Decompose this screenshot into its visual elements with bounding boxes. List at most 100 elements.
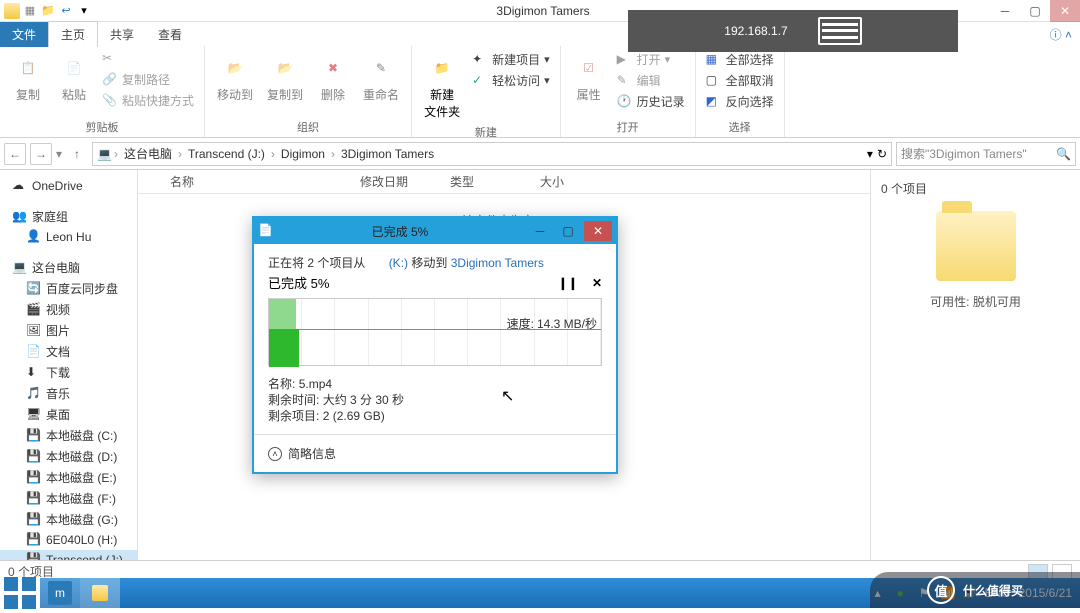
speed-chart: 速度: 14.3 MB/秒 [268,298,602,366]
sidebar-disk-g[interactable]: 💾本地磁盘 (G:) [0,509,137,530]
cancel-button[interactable]: ✕ [592,276,602,290]
disk-icon: 💾 [26,449,42,465]
taskbar-browser[interactable]: m [40,578,80,608]
select-none-button[interactable]: ▢全部取消 [704,71,776,90]
sidebar-videos[interactable]: 🎬视频 [0,299,137,320]
delete-button[interactable]: ✖删除 [313,50,353,105]
paste-button[interactable]: 📄粘贴 [54,50,94,105]
invert-selection-button[interactable]: ◩反向选择 [704,92,776,111]
search-input[interactable]: 搜索"3Digimon Tamers"🔍 [896,142,1076,166]
dialog-progress-text: 已完成 5% [268,273,329,292]
availability-label: 可用性: 脱机可用 [881,293,1070,310]
preview-pane: 0 个项目 可用性: 脱机可用 [870,170,1080,560]
disk-icon: 💾 [26,470,42,486]
forward-button[interactable]: → [30,143,52,165]
sidebar-thispc[interactable]: 💻这台电脑 [0,257,137,278]
sidebar-downloads[interactable]: ⬇下载 [0,362,137,383]
sidebar-user[interactable]: 👤Leon Hu [0,227,137,247]
copy-button[interactable]: 📋复制 [8,50,48,105]
paste-shortcut-button[interactable]: 📎粘贴快捷方式 [100,91,196,110]
new-item-button[interactable]: ✦新建项目 ▾ [470,50,552,69]
refresh-button[interactable]: ↻ [877,147,887,161]
disk-icon: 💾 [26,532,42,548]
dialog-icon: 📄 [258,223,274,239]
close-button[interactable]: ✕ [1050,0,1080,22]
back-button[interactable]: ← [4,143,26,165]
watermark: 值 什么值得买 [870,572,1080,608]
recent-dropdown[interactable]: ▾ [56,147,62,161]
col-type[interactable]: 类型 [442,173,532,190]
sidebar-disk-e[interactable]: 💾本地磁盘 (E:) [0,467,137,488]
keyboard-icon[interactable] [818,17,862,45]
sidebar-desktop[interactable]: 🖥桌面 [0,404,137,425]
sync-icon: 🔄 [26,281,42,297]
group-clipboard-label: 剪贴板 [8,117,196,135]
new-folder-button[interactable]: 📁新建 文件夹 [420,50,464,122]
breadcrumb-item[interactable]: Transcend (J:) [184,147,269,161]
column-headers: 名称 修改日期 类型 大小 [138,170,870,194]
user-icon: 👤 [26,229,42,245]
bc-dropdown[interactable]: ▾ [867,147,873,161]
sidebar-documents[interactable]: 📄文档 [0,341,137,362]
group-select-label: 选择 [704,117,776,135]
edit-button[interactable]: ✎编辑 [615,71,687,90]
copy-path-button[interactable]: 🔗复制路径 [100,70,196,89]
open-button[interactable]: ▶打开 ▾ [615,50,687,69]
qat-newfolder-icon[interactable]: 📁 [40,3,56,19]
sidebar-pictures[interactable]: 🖼图片 [0,320,137,341]
dialog-maximize[interactable]: ▢ [554,221,582,241]
dialog-close[interactable]: ✕ [584,221,612,241]
properties-button[interactable]: ☑属性 [569,50,609,105]
sidebar-baidu[interactable]: 🔄百度云同步盘 [0,278,137,299]
breadcrumb-item[interactable]: Digimon [277,147,329,161]
tab-home[interactable]: 主页 [48,21,98,47]
dialog-details: 名称: 5.mp4 剩余时间: 大约 3 分 30 秒 剩余项目: 2 (2.6… [268,376,602,424]
dialog-moving-text: 正在将 2 个项目从 (K:) 移动到 3Digimon Tamers [268,254,602,271]
dialog-minimize[interactable]: ─ [526,221,554,241]
sidebar[interactable]: ☁OneDrive 👥家庭组 👤Leon Hu 💻这台电脑 🔄百度云同步盘 🎬视… [0,170,138,560]
tab-share[interactable]: 共享 [98,22,146,47]
sidebar-disk-c[interactable]: 💾本地磁盘 (C:) [0,425,137,446]
desktop-icon: 🖥 [26,407,42,423]
sidebar-disk-d[interactable]: 💾本地磁盘 (D:) [0,446,137,467]
history-button[interactable]: 🕐历史记录 [615,92,687,111]
pause-button[interactable]: ❙❙ [558,276,578,290]
qat-dropdown-icon[interactable]: ▾ [76,3,92,19]
taskbar-explorer[interactable] [80,578,120,608]
qat-undo-icon[interactable]: ↩ [58,3,74,19]
sidebar-disk-h[interactable]: 💾6E040L0 (H:) [0,530,137,550]
easy-access-button[interactable]: ✓轻松访问 ▾ [470,71,552,90]
disk-icon: 💾 [26,552,42,560]
qat-properties-icon[interactable]: ▦ [22,3,38,19]
tab-file[interactable]: 文件 [0,22,48,47]
col-date[interactable]: 修改日期 [352,173,442,190]
video-icon: 🎬 [26,302,42,318]
col-size[interactable]: 大小 [532,173,592,190]
up-button[interactable]: ↑ [66,143,88,165]
move-to-button[interactable]: 📂移动到 [213,50,257,105]
ribbon-help-icon[interactable]: ⓘ ˄ [1042,26,1080,43]
col-name[interactable]: 名称 [162,173,352,190]
sidebar-onedrive[interactable]: ☁OneDrive [0,176,137,196]
breadcrumb-item[interactable]: 3Digimon Tamers [337,147,438,161]
start-button[interactable] [0,578,40,608]
sidebar-music[interactable]: 🎵音乐 [0,383,137,404]
minimize-button[interactable]: ─ [990,0,1020,22]
breadcrumb[interactable]: 💻› 这台电脑› Transcend (J:)› Digimon› 3Digim… [92,142,892,166]
sidebar-homegroup[interactable]: 👥家庭组 [0,206,137,227]
rename-button[interactable]: ✎重命名 [359,50,403,105]
sidebar-disk-f[interactable]: 💾本地磁盘 (F:) [0,488,137,509]
dialog-details-toggle[interactable]: ˄ 简略信息 [254,434,616,472]
disk-icon: 💾 [26,428,42,444]
dialog-titlebar[interactable]: 📄 已完成 5% ─ ▢ ✕ [254,218,616,244]
tab-view[interactable]: 查看 [146,22,194,47]
sidebar-disk-j[interactable]: 💾Transcend (J:) [0,550,137,560]
quick-access-toolbar: ▦ 📁 ↩ ▾ [0,3,96,19]
folder-preview-icon [936,211,1016,281]
breadcrumb-item[interactable]: 这台电脑 [120,145,176,162]
copy-to-button[interactable]: 📂复制到 [263,50,307,105]
maximize-button[interactable]: ▢ [1020,0,1050,22]
select-all-button[interactable]: ▦全部选择 [704,50,776,69]
pc-icon: 💻 [12,260,28,276]
cut-button[interactable]: ✂ [100,50,196,68]
